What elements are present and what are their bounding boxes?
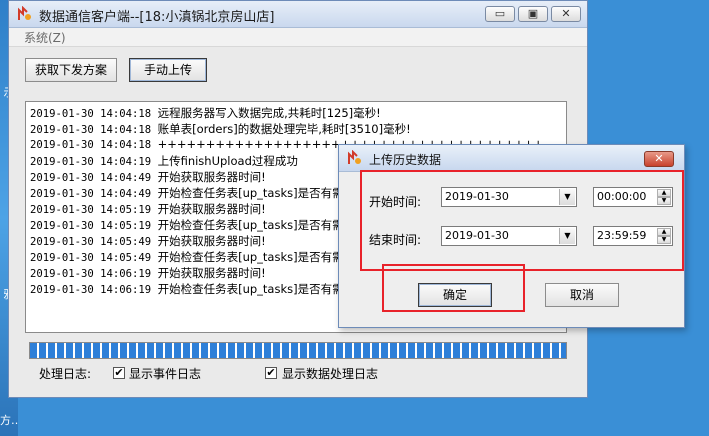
log-timestamp: 2019-01-30 14:04:49 (30, 172, 152, 184)
show-event-log-checkbox[interactable]: ✔ (113, 367, 125, 379)
desktop-icon-label: 方… (0, 414, 18, 427)
log-message: 开始获取服务器时间! (157, 266, 266, 280)
app-icon (348, 150, 361, 164)
restore-button[interactable]: ▣ (518, 6, 548, 22)
log-message: 开始获取服务器时间! (157, 234, 266, 248)
log-message: 远程服务器写入数据完成,共耗时[125]毫秒! (157, 106, 381, 120)
log-line: 2019-01-30 14:05:19 开始获取服务器时间! (30, 201, 266, 217)
log-message: 开始检查任务表[up_tasks]是否有需 (157, 250, 344, 264)
log-line: 2019-01-30 14:04:18 账单表[orders]的数据处理完毕,耗… (30, 121, 411, 137)
log-line: 2019-01-30 14:05:49 开始检查任务表[up_tasks]是否有… (30, 249, 344, 265)
show-data-log-checkbox[interactable]: ✔ (265, 367, 277, 379)
highlight-box-ok-button (382, 264, 525, 312)
menu-system[interactable]: 系统(Z) (24, 29, 66, 46)
log-timestamp: 2019-01-30 14:05:49 (30, 236, 152, 248)
progress-fill (30, 343, 566, 358)
cancel-button[interactable]: 取消 (545, 283, 619, 307)
title-bar[interactable]: 数据通信客户端--[18:小滇锅北京房山店] ▭ ▣ ✕ (9, 1, 587, 28)
log-line: 2019-01-30 14:05:19 开始检查任务表[up_tasks]是否有… (30, 217, 344, 233)
log-timestamp: 2019-01-30 14:05:49 (30, 252, 152, 264)
log-message: 开始获取服务器时间! (157, 170, 266, 184)
log-message: 开始检查任务表[up_tasks]是否有需 (157, 186, 344, 200)
log-message: 开始检查任务表[up_tasks]是否有需 (157, 282, 344, 296)
log-line: 2019-01-30 14:04:18 远程服务器写入数据完成,共耗时[125]… (30, 105, 381, 121)
log-label: 处理日志: (39, 367, 92, 381)
window-title: 数据通信客户端--[18:小滇锅北京房山店] (39, 10, 275, 25)
log-timestamp: 2019-01-30 14:04:19 (30, 156, 152, 168)
log-line: 2019-01-30 14:04:49 开始检查任务表[up_tasks]是否有… (30, 185, 344, 201)
show-event-log-label[interactable]: 显示事件日志 (129, 365, 201, 382)
dialog-close-button[interactable]: ✕ (644, 151, 674, 167)
fetch-plan-button[interactable]: 获取下发方案 (25, 58, 117, 82)
log-timestamp: 2019-01-30 14:04:18 (30, 139, 152, 151)
log-timestamp: 2019-01-30 14:04:49 (30, 188, 152, 200)
highlight-box-time-fields (360, 170, 684, 271)
menu-bar: 系统(Z) (9, 28, 587, 47)
log-timestamp: 2019-01-30 14:05:19 (30, 204, 152, 216)
show-data-log-label[interactable]: 显示数据处理日志 (282, 365, 378, 382)
log-timestamp: 2019-01-30 14:06:19 (30, 268, 152, 280)
dialog-title-bar[interactable]: 上传历史数据 ✕ (339, 145, 684, 172)
manual-upload-button[interactable]: 手动上传 (129, 58, 207, 82)
log-timestamp: 2019-01-30 14:04:18 (30, 108, 152, 120)
log-message: 开始获取服务器时间! (157, 202, 266, 216)
log-message: 开始检查任务表[up_tasks]是否有需 (157, 218, 344, 232)
log-timestamp: 2019-01-30 14:05:19 (30, 220, 152, 232)
log-timestamp: 2019-01-30 14:04:18 (30, 124, 152, 136)
log-line: 2019-01-30 14:06:19 开始检查任务表[up_tasks]是否有… (30, 281, 344, 297)
log-message: 账单表[orders]的数据处理完毕,耗时[3510]毫秒! (157, 122, 411, 136)
log-line: 2019-01-30 14:04:19 上传finishUpload过程成功 (30, 153, 298, 169)
minimize-button[interactable]: ▭ (485, 6, 515, 22)
progress-bar (29, 342, 567, 359)
log-line: 2019-01-30 14:05:49 开始获取服务器时间! (30, 233, 266, 249)
log-message: 上传finishUpload过程成功 (157, 154, 298, 168)
dialog-title: 上传历史数据 (369, 153, 442, 167)
app-icon (18, 6, 31, 20)
close-button[interactable]: ✕ (551, 6, 581, 22)
log-line: 2019-01-30 14:06:19 开始获取服务器时间! (30, 265, 266, 281)
log-timestamp: 2019-01-30 14:06:19 (30, 284, 152, 296)
log-line: 2019-01-30 14:04:49 开始获取服务器时间! (30, 169, 266, 185)
